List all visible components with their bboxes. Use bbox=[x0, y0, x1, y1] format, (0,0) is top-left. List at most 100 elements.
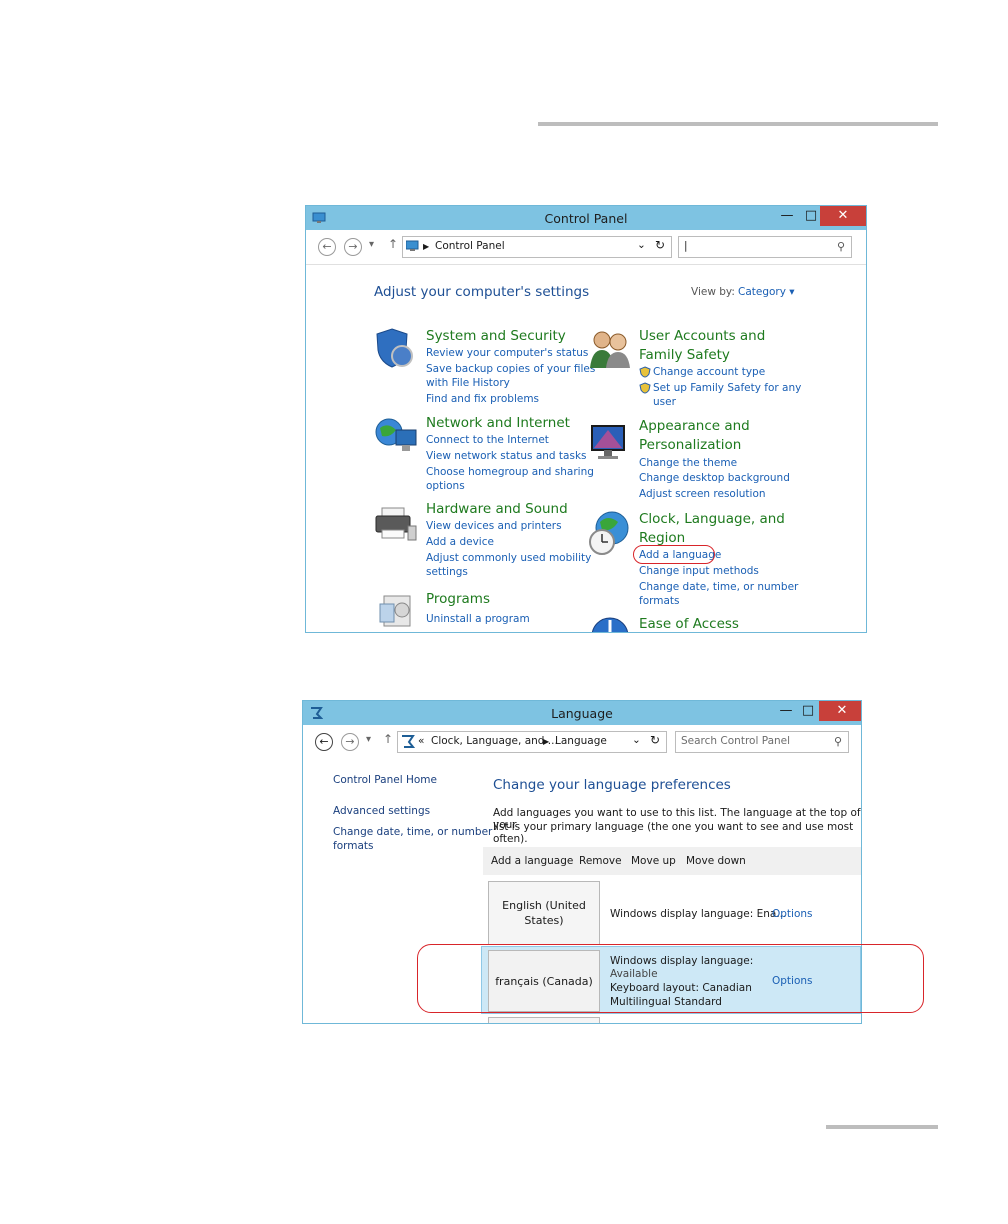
refresh-icon: ↻ bbox=[655, 238, 666, 252]
top-rule bbox=[538, 122, 938, 126]
search-icon[interactable]: ⚲ bbox=[837, 240, 845, 253]
category-clock-language[interactable]: Clock, Language, and bbox=[639, 511, 785, 527]
toolbar-move-up-button[interactable]: Move up bbox=[631, 855, 676, 867]
toolbar-add-language-button[interactable]: Add a language bbox=[491, 855, 573, 867]
link-mobility-settings[interactable]: settings bbox=[426, 566, 468, 578]
back-arrow-icon[interactable]: ← bbox=[315, 733, 333, 751]
category-programs[interactable]: Programs bbox=[426, 591, 490, 607]
language-english-united-states[interactable]: English (United States) bbox=[488, 881, 600, 945]
toolbar-move-down-button[interactable]: Move down bbox=[686, 855, 746, 867]
description-line-2: list is your primary language (the one y… bbox=[493, 821, 854, 845]
link-network-status[interactable]: View network status and tasks bbox=[426, 450, 587, 462]
link-desktop-background[interactable]: Change desktop background bbox=[639, 472, 790, 484]
category-network-internet[interactable]: Network and Internet bbox=[426, 415, 570, 431]
shield-icon bbox=[376, 328, 413, 368]
category-clock-language-line2[interactable]: Region bbox=[639, 530, 685, 546]
refresh-button[interactable]: ↻ bbox=[646, 731, 667, 753]
english-options-link[interactable]: Options bbox=[772, 908, 813, 920]
page-heading: Change your language preferences bbox=[493, 777, 731, 793]
uac-shield-icon bbox=[639, 382, 651, 394]
link-family-safety[interactable]: Set up Family Safety for any bbox=[653, 382, 801, 394]
maximize-button[interactable]: □ bbox=[802, 206, 820, 226]
search-input[interactable]: Search Control Panel ⚲ bbox=[675, 731, 849, 753]
programs-icon bbox=[379, 595, 411, 627]
link-uninstall-program[interactable]: Uninstall a program bbox=[426, 613, 530, 625]
link-review-status[interactable]: Review your computer's status bbox=[426, 347, 588, 359]
category-appearance[interactable]: Appearance and bbox=[639, 418, 750, 434]
language-name-line-2: States) bbox=[524, 914, 564, 927]
language-icon bbox=[402, 735, 415, 748]
category-ease-of-access[interactable]: Ease of Access bbox=[639, 616, 739, 632]
display-icon bbox=[591, 425, 625, 459]
category-system-security[interactable]: System and Security bbox=[426, 328, 566, 344]
recent-pages-chevron-icon[interactable]: ▾ bbox=[369, 239, 374, 250]
address-dropdown-icon[interactable]: ⌄ bbox=[632, 734, 641, 746]
link-date-time-formats-2[interactable]: formats bbox=[639, 595, 680, 607]
link-devices-printers[interactable]: View devices and printers bbox=[426, 520, 562, 532]
category-appearance-line2[interactable]: Personalization bbox=[639, 437, 741, 453]
view-by-label: View by: bbox=[691, 286, 735, 298]
english-display-language: Windows display language: Ena... bbox=[610, 908, 787, 920]
maximize-button[interactable]: □ bbox=[799, 701, 817, 721]
link-add-device[interactable]: Add a device bbox=[426, 536, 494, 548]
language-name-line-1: English (United bbox=[502, 899, 586, 912]
link-save-backup[interactable]: Save backup copies of your files bbox=[426, 363, 595, 375]
search-input[interactable]: | ⚲ bbox=[678, 236, 852, 258]
link-change-account-type[interactable]: Change account type bbox=[653, 366, 765, 378]
category-hardware-sound[interactable]: Hardware and Sound bbox=[426, 501, 568, 517]
sidebar-change-date-time[interactable]: Change date, time, or number bbox=[333, 826, 492, 838]
minimize-button[interactable]: — bbox=[778, 206, 796, 226]
network-globe-icon bbox=[375, 418, 417, 451]
up-arrow-icon[interactable]: ↑ bbox=[388, 237, 398, 251]
link-find-fix[interactable]: Find and fix problems bbox=[426, 393, 539, 405]
link-file-history[interactable]: with File History bbox=[426, 377, 510, 389]
link-change-theme[interactable]: Change the theme bbox=[639, 457, 737, 469]
close-button[interactable]: ✕ bbox=[819, 701, 861, 721]
navigation-bar: ← → ▾ ↑ ▶ Control Panel ⌄ ↻ | ⚲ bbox=[306, 230, 866, 265]
breadcrumb-current[interactable]: Language bbox=[555, 735, 607, 747]
navigation-bar: ← → ▾ ↑ « Clock, Language, and ... ▶ Lan… bbox=[303, 725, 861, 759]
link-mobility[interactable]: Adjust commonly used mobility bbox=[426, 552, 591, 564]
refresh-button[interactable]: ↻ bbox=[651, 236, 672, 258]
users-icon bbox=[590, 331, 630, 368]
bottom-rule bbox=[826, 1125, 938, 1129]
view-by-dropdown[interactable]: Category ▾ bbox=[738, 286, 795, 298]
sidebar-control-panel-home[interactable]: Control Panel Home bbox=[333, 774, 437, 786]
toolbar-remove-button[interactable]: Remove bbox=[579, 855, 622, 867]
uac-shield-icon bbox=[639, 366, 651, 378]
search-icon[interactable]: ⚲ bbox=[834, 735, 842, 748]
back-arrow-icon[interactable]: ← bbox=[318, 238, 336, 256]
printer-icon bbox=[375, 507, 417, 541]
link-input-methods[interactable]: Change input methods bbox=[639, 565, 759, 577]
language-toolbar: Add a language Remove Move up Move down bbox=[483, 847, 861, 875]
recent-pages-chevron-icon[interactable]: ▾ bbox=[366, 734, 371, 745]
link-connect-internet[interactable]: Connect to the Internet bbox=[426, 434, 549, 446]
link-date-time-formats[interactable]: Change date, time, or number bbox=[639, 581, 798, 593]
category-user-accounts[interactable]: User Accounts and bbox=[639, 328, 765, 344]
sidebar-advanced-settings[interactable]: Advanced settings bbox=[333, 805, 430, 817]
category-user-accounts-line2[interactable]: Family Safety bbox=[639, 347, 730, 363]
sidebar-formats[interactable]: formats bbox=[333, 840, 374, 852]
close-button[interactable]: ✕ bbox=[820, 206, 866, 226]
link-family-safety-user[interactable]: user bbox=[653, 396, 676, 408]
link-screen-resolution[interactable]: Adjust screen resolution bbox=[639, 488, 766, 500]
text-cursor: | bbox=[684, 240, 688, 252]
title-bar: Control Panel — □ ✕ bbox=[306, 206, 866, 230]
link-homegroup-options[interactable]: options bbox=[426, 480, 465, 492]
control-panel-window: Control Panel — □ ✕ ← → ▾ ↑ ▶ Control Pa… bbox=[305, 205, 867, 633]
breadcrumb-prefix: « bbox=[418, 735, 425, 747]
address-bar[interactable]: « Clock, Language, and ... ▶ Language ⌄ bbox=[397, 731, 647, 753]
minimize-button[interactable]: — bbox=[777, 701, 795, 721]
breadcrumb-parent[interactable]: Clock, Language, and ... bbox=[431, 735, 558, 747]
address-bar[interactable]: ▶ Control Panel ⌄ bbox=[402, 236, 652, 258]
forward-arrow-icon[interactable]: → bbox=[341, 733, 359, 751]
title-bar: Language — □ ✕ bbox=[303, 701, 861, 725]
ease-of-access-icon bbox=[591, 617, 629, 632]
up-arrow-icon[interactable]: ↑ bbox=[383, 732, 393, 746]
search-placeholder: Search Control Panel bbox=[681, 735, 791, 747]
forward-arrow-icon[interactable]: → bbox=[344, 238, 362, 256]
breadcrumb-separator-icon: ▶ bbox=[543, 737, 550, 746]
link-homegroup[interactable]: Choose homegroup and sharing bbox=[426, 466, 594, 478]
language-row-3-partial[interactable] bbox=[488, 1017, 600, 1023]
address-dropdown-icon[interactable]: ⌄ bbox=[637, 239, 646, 251]
